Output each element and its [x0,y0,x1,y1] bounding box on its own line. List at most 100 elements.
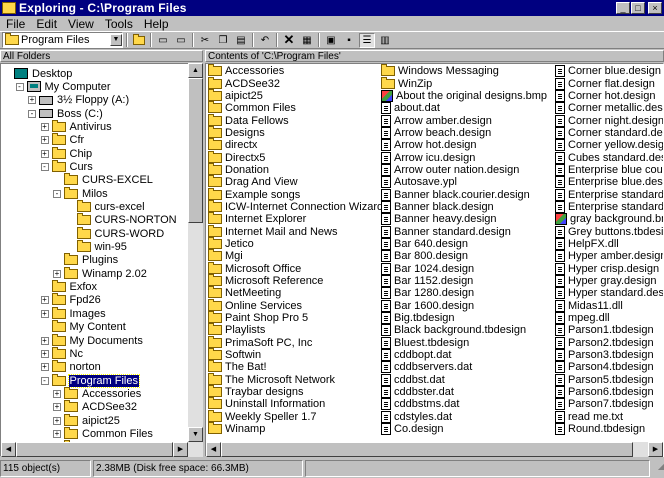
list-item[interactable]: gray background.bmp [555,213,663,226]
tree-item[interactable]: + My Documents [40,333,144,347]
scroll-thumb-horizontal[interactable] [221,442,633,457]
list-item[interactable]: cddbster.dat [381,386,547,399]
expand-icon[interactable]: + [53,403,61,412]
list-item[interactable]: Directx5 [208,150,383,164]
scroll-thumb-horizontal[interactable] [16,442,173,457]
list-item[interactable]: NetMeeting [208,286,383,299]
tree-item[interactable]: Exfox [41,280,99,294]
menu-edit[interactable]: Edit [30,17,62,31]
expand-icon[interactable]: + [53,429,61,438]
list-item[interactable]: Banner standard.design [381,225,547,238]
list-item[interactable]: Bar 800.design [381,250,547,263]
list-item[interactable]: Winamp [208,422,383,435]
list-item[interactable]: Enterprise blue.design [555,176,663,189]
list-item[interactable]: Corner hot.design [555,89,663,102]
list-item[interactable]: Playlists [208,323,383,336]
list-item[interactable]: Hyper standard.design [555,287,663,300]
expand-icon[interactable]: + [40,122,49,131]
list-item[interactable]: Mgi [208,249,383,262]
list-item[interactable]: Corner flat.design [555,77,663,90]
list-item[interactable]: cddbstms.dat [381,398,547,411]
copy-icon[interactable]: ❐ [215,33,231,48]
folder-tree[interactable]: Desktop - My Computer +3½ Floppy (A:) - Boss … [0,63,203,457]
list-item[interactable]: Parson6.tbdesign [555,386,663,399]
list-item[interactable]: PrimaSoft PC, Inc [208,335,383,349]
list-item[interactable]: Bluest.tbdesign [381,336,547,349]
large-icons-icon[interactable]: ▣ [323,33,339,48]
list-item[interactable]: Parson2.tbdesign [555,336,663,349]
collapse-icon[interactable]: - [28,109,36,118]
scroll-up-button[interactable]: ▲ [188,63,203,78]
tree-item[interactable]: + Winamp 2.02 [53,266,148,280]
tree-item[interactable]: - Boss (C:) [28,107,104,120]
expand-icon[interactable]: + [40,349,49,358]
list-item[interactable]: aipict25 [208,88,383,102]
undo-icon[interactable]: ↶ [257,33,273,48]
collapse-icon[interactable]: - [53,189,61,198]
menu-view[interactable]: View [62,17,99,31]
list-item[interactable]: Microsoft Office [208,261,383,275]
expand-icon[interactable]: + [40,136,49,145]
expand-icon[interactable]: + [40,309,49,318]
properties-icon[interactable]: ▦ [299,33,315,48]
list-item[interactable]: Autosave.ypl [381,176,547,189]
scroll-thumb[interactable] [188,78,203,223]
scroll-down-button[interactable]: ▼ [188,427,203,442]
list-item[interactable]: cddbst.dat [381,373,547,386]
up-folder-icon[interactable] [131,33,147,48]
details-view-icon[interactable]: ▥ [377,33,393,48]
list-item[interactable]: Parson5.tbdesign [555,373,663,386]
menu-file[interactable]: File [0,17,30,31]
list-item[interactable]: Hyper crisp.design [555,262,663,275]
list-item[interactable]: Traybar designs [208,385,383,398]
list-item[interactable]: Midas11.dll [555,299,663,312]
resize-grip-icon[interactable]: ◢ [650,462,664,477]
list-item[interactable]: The Bat! [208,360,383,373]
list-item[interactable]: about.dat [381,102,547,115]
list-item[interactable]: About the original designs.bmp [381,89,547,102]
list-item[interactable]: cdstyles.dat [381,410,547,423]
tree-item[interactable]: CURS-NORTON [66,213,178,227]
list-item[interactable]: directx [208,138,383,151]
tree-item[interactable]: CURS-WORD [66,226,166,240]
tree-item[interactable]: win-95 [66,240,128,254]
list-item[interactable]: Banner black.courier.design [381,188,547,201]
list-item[interactable]: Co.design [381,423,547,436]
tree-item[interactable]: - Milos [53,186,109,200]
list-item[interactable]: Jetico [208,236,383,250]
list-item[interactable]: Bar 1024.design [381,262,547,275]
list-item[interactable]: Arrow amber.design [381,114,547,127]
tree-item[interactable]: + Cfr [40,133,86,147]
menu-help[interactable]: Help [138,17,174,31]
paste-icon[interactable]: ▤ [233,33,249,48]
list-item[interactable]: Hyper gray.design [555,275,663,288]
scroll-right-button[interactable]: ▶ [648,442,663,457]
list-item[interactable]: Grey buttons.tbdesign [555,225,663,238]
scroll-left-button[interactable]: ◀ [206,442,221,457]
tree-item[interactable]: Desktop [3,67,73,80]
tree-vertical-scrollbar[interactable]: ▲ ▼ [188,63,203,457]
expand-icon[interactable]: + [28,96,36,105]
collapse-icon[interactable]: - [40,162,49,171]
list-item[interactable]: Parson1.tbdesign [555,324,663,337]
cut-icon[interactable]: ✂ [197,33,213,48]
list-item[interactable]: ACDSee32 [208,76,383,90]
expand-icon[interactable]: + [40,363,49,372]
list-item[interactable]: Big.tbdesign [381,312,547,325]
list-item[interactable]: Round.tbdesign [555,423,663,436]
list-item[interactable]: Cubes standard.design [555,151,663,164]
scroll-right-button[interactable]: ▶ [173,442,188,457]
list-item[interactable]: Weekly Speller 1.7 [208,409,383,423]
list-item[interactable]: ICW-Internet Connection Wizard [208,199,383,213]
tree-item[interactable]: + Chip [40,146,94,160]
list-item[interactable]: Parson3.tbdesign [555,349,663,362]
list-item[interactable]: Bar 1600.design [381,299,547,312]
list-view-icon[interactable]: ☰ [359,32,375,48]
list-item[interactable]: Designs [208,125,383,139]
contents-list[interactable]: Accessories ACDSee32 aipict25 Common Files D… [205,63,664,457]
tree-horizontal-scrollbar[interactable]: ◀ ▶ [1,442,188,457]
list-item[interactable]: Parson7.tbdesign [555,398,663,411]
list-item[interactable]: Arrow beach.design [381,126,547,139]
list-item[interactable]: Enterprise standard c [555,188,663,201]
list-item[interactable]: read me.txt [555,410,663,423]
